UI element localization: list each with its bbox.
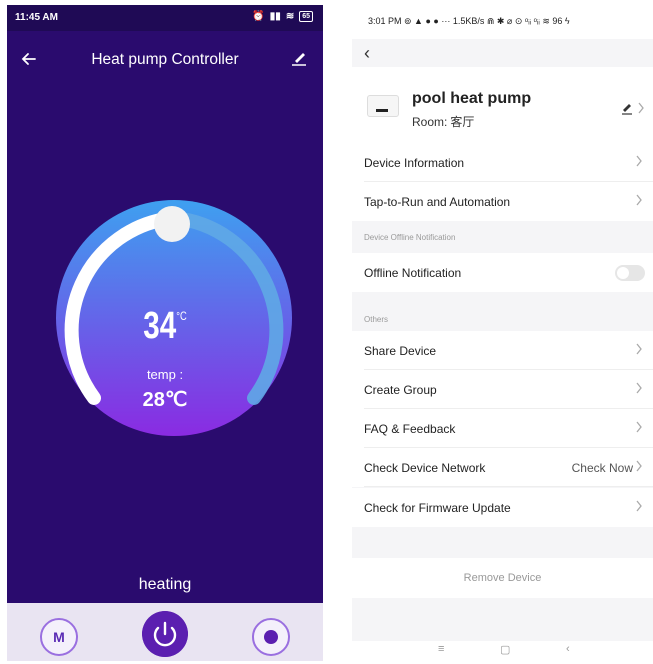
section-header-others: Others — [364, 315, 389, 324]
edit-device-button[interactable] — [620, 101, 645, 115]
row-faq-feedback[interactable]: FAQ & Feedback — [352, 409, 653, 448]
set-temperature-value: 34 — [143, 305, 177, 347]
chevron-right-icon — [636, 382, 642, 394]
page-title: Heat pump Controller — [91, 51, 239, 68]
row-label: Tap-to-Run and Automation — [364, 195, 511, 209]
chevron-right-icon — [636, 500, 642, 512]
section-header-offline: Device Offline Notification — [364, 233, 456, 242]
row-tap-to-run[interactable]: Tap-to-Run and Automation — [352, 182, 653, 221]
app-header: Heat pump Controller — [7, 31, 323, 89]
set-temperature: 34°C — [42, 305, 288, 348]
heat-pump-controller-screen: 11:45 AM ⏰ ▮▮ ≋ 65 Heat pump Controller — [7, 5, 323, 661]
signal-icon: ▮▮ — [269, 11, 281, 22]
device-card: pool heat pump Room: 客厅 — [352, 67, 653, 143]
status-time: 11:45 AM — [15, 12, 58, 23]
current-temp-value: 28℃ — [142, 389, 188, 411]
chevron-right-icon — [636, 155, 642, 167]
chevron-right-icon — [636, 343, 642, 355]
temperature-unit: °C — [176, 309, 187, 323]
control-bar: M — [7, 603, 323, 661]
row-label: Check for Firmware Update — [364, 501, 511, 515]
back-nav-icon[interactable]: ‹ — [566, 643, 570, 655]
dial-handle[interactable] — [154, 206, 190, 242]
row-label: FAQ & Feedback — [364, 422, 456, 436]
device-name: pool heat pump — [412, 90, 532, 107]
battery-icon: 65 — [299, 11, 313, 22]
pencil-icon — [622, 104, 632, 115]
row-offline-notification: Offline Notification — [352, 253, 653, 292]
status-bar: 3:01 PM ⊚ ▲ ● ● ··· 1.5KB/s ⋒ ✱ ⌀ ⊙ ᵒᵢᵢ … — [352, 5, 653, 39]
row-firmware-update[interactable]: Check for Firmware Update — [352, 488, 653, 527]
status-icons: ⏰ ▮▮ ≋ 65 — [252, 11, 313, 22]
screenshot-root: 11:45 AM ⏰ ▮▮ ≋ 65 Heat pump Controller — [0, 0, 653, 664]
room-value: 客厅 — [450, 115, 475, 129]
chevron-right-icon — [636, 194, 642, 206]
chevron-right-icon — [636, 421, 642, 433]
menu-icon[interactable]: ≡ — [438, 643, 444, 655]
device-thumbnail — [367, 95, 399, 117]
room-label: Room: — [412, 115, 448, 129]
mode-button[interactable]: M — [40, 618, 78, 656]
row-label: Check Device Network — [364, 461, 486, 475]
power-icon[interactable] — [142, 611, 188, 657]
row-label: Offline Notification — [364, 266, 462, 280]
status-text: 3:01 PM ⊚ ▲ ● ● ··· 1.5KB/s ⋒ ✱ ⌀ ⊙ ᵒᵢᵢ … — [368, 16, 570, 26]
toggle-knob — [617, 267, 629, 279]
mode-status: heating — [138, 576, 192, 593]
row-share-device[interactable]: Share Device — [352, 331, 653, 370]
row-label: Device Information — [364, 156, 465, 170]
row-device-information[interactable]: Device Information — [352, 143, 653, 182]
device-room: Room: 客厅 — [412, 113, 474, 130]
alarm-icon: ⏰ — [252, 11, 265, 22]
pencil-icon[interactable] — [289, 47, 309, 67]
device-settings-screen: 3:01 PM ⊚ ▲ ● ● ··· 1.5KB/s ⋒ ✱ ⌀ ⊙ ᵒᵢᵢ … — [352, 5, 653, 661]
wifi-icon: ≋ — [285, 11, 295, 22]
timer-icon — [264, 630, 278, 644]
row-label: Share Device — [364, 344, 437, 358]
chevron-right-icon — [638, 102, 644, 114]
system-nav-bar: ≡ ▢ ‹ — [352, 641, 653, 661]
status-bar: 11:45 AM ⏰ ▮▮ ≋ 65 — [7, 5, 323, 31]
offline-notification-toggle[interactable] — [615, 265, 645, 281]
current-temp-label: temp : — [146, 367, 184, 382]
chevron-right-icon — [636, 460, 642, 472]
row-label: Create Group — [364, 383, 437, 397]
back-button[interactable]: ‹ — [364, 43, 384, 63]
timer-button[interactable] — [252, 618, 290, 656]
row-check-device-network[interactable]: Check Device Network Check Now — [352, 448, 653, 487]
remove-device-button[interactable]: Remove Device — [352, 558, 653, 598]
check-now-link[interactable]: Check Now — [572, 461, 633, 475]
home-icon[interactable]: ▢ — [500, 643, 510, 656]
row-create-group[interactable]: Create Group — [352, 370, 653, 409]
